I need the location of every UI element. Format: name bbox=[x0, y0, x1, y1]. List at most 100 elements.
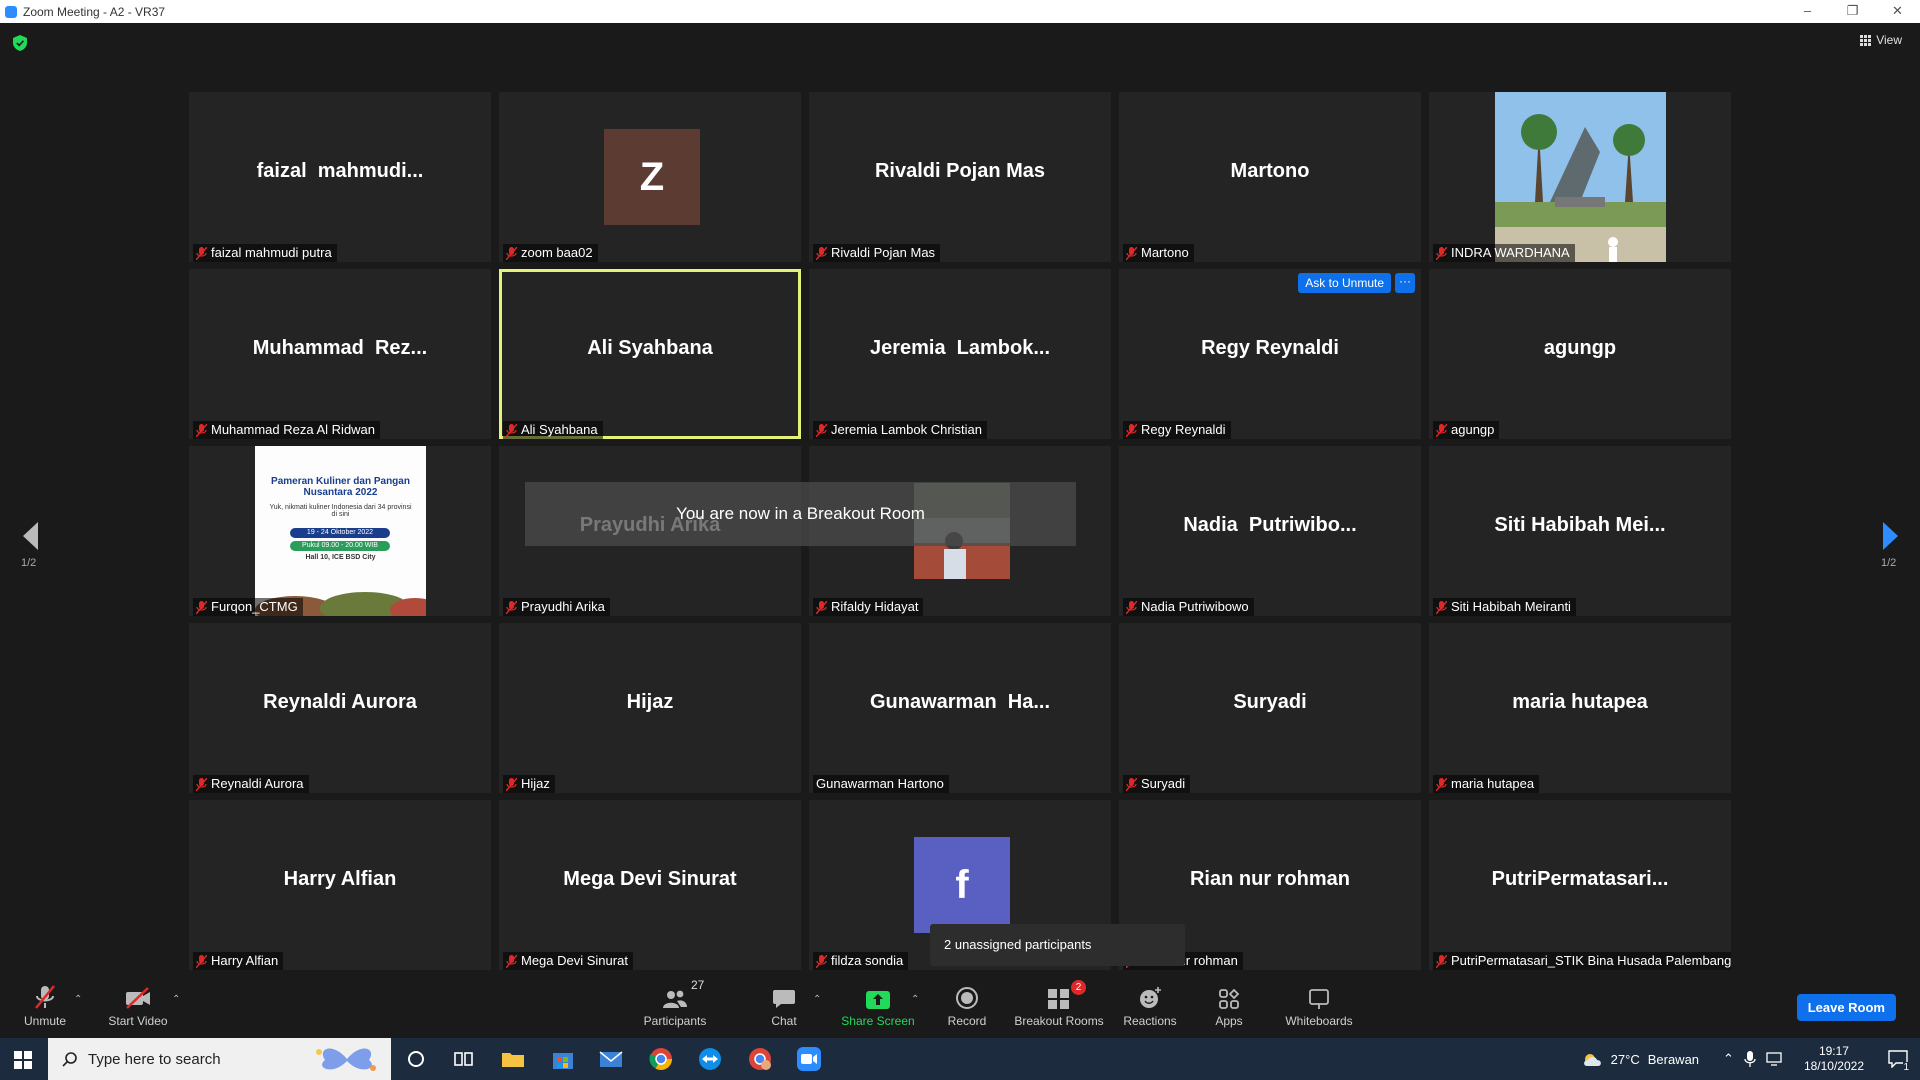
cortana-icon[interactable] bbox=[403, 1046, 429, 1072]
share-screen-icon bbox=[866, 991, 890, 1009]
breakout-rooms-icon bbox=[1048, 989, 1069, 1009]
chat-button[interactable]: Chat bbox=[764, 978, 804, 1038]
participant-tile[interactable]: Reynaldi Aurora Reynaldi Aurora bbox=[189, 623, 491, 793]
leave-room-button[interactable]: Leave Room bbox=[1796, 994, 1896, 1021]
tray-microphone-icon[interactable] bbox=[1744, 1051, 1756, 1067]
participant-name-label: Gunawarman Hartono bbox=[813, 775, 949, 793]
participant-tile[interactable]: Suryadi Suryadi bbox=[1119, 623, 1421, 793]
participant-avatar: f bbox=[914, 837, 1010, 933]
muted-mic-icon bbox=[1126, 777, 1137, 791]
participant-display-name: faizal mahmudi... bbox=[256, 160, 424, 182]
apps-label: Apps bbox=[1215, 1014, 1243, 1028]
clock-time: 19:17 bbox=[1818, 1044, 1849, 1058]
taskbar-clock[interactable]: 19:17 18/10/2022 bbox=[1804, 1044, 1864, 1074]
view-button[interactable]: View bbox=[1860, 33, 1902, 47]
video-options-caret-icon[interactable]: ⌃ bbox=[172, 994, 180, 1005]
minimize-button[interactable]: – bbox=[1785, 0, 1830, 23]
windows-taskbar: Type here to search 27°C Berawan ⌃ 19:17… bbox=[0, 1038, 1920, 1080]
participant-name-label: Regy Reynaldi bbox=[1123, 421, 1231, 439]
notification-center-button[interactable]: 1 bbox=[1876, 1038, 1920, 1080]
unassigned-participants-tooltip[interactable]: 2 unassigned participants bbox=[930, 924, 1185, 966]
mail-icon[interactable] bbox=[598, 1046, 624, 1072]
window-title: Zoom Meeting - A2 - VR37 bbox=[23, 4, 166, 19]
participant-tile[interactable]: Zzoom baa02 bbox=[499, 92, 801, 262]
participant-name: Regy Reynaldi bbox=[1141, 422, 1226, 437]
participant-tile[interactable]: Muhammad Rez... Muhammad Reza Al Ridwan bbox=[189, 269, 491, 439]
weather-cloud-icon[interactable] bbox=[1581, 1050, 1605, 1068]
breakout-rooms-label: Breakout Rooms bbox=[1014, 1014, 1104, 1028]
share-screen-button[interactable]: Share Screen bbox=[838, 978, 918, 1038]
participant-tile[interactable]: Mega Devi Sinurat Mega Devi Sinurat bbox=[499, 800, 801, 970]
teamviewer-icon[interactable] bbox=[697, 1046, 723, 1072]
participant-display-name: Harry Alfian bbox=[283, 868, 397, 890]
zoom-taskbar-icon[interactable] bbox=[796, 1046, 822, 1072]
participant-display-name: maria hutapea bbox=[1512, 691, 1648, 713]
participants-button[interactable]: 27 Participants bbox=[640, 978, 710, 1038]
muted-mic-icon bbox=[1126, 600, 1137, 614]
participant-tile[interactable]: Jeremia Lambok... Jeremia Lambok Christia… bbox=[809, 269, 1111, 439]
security-shield-icon[interactable] bbox=[13, 35, 27, 51]
participant-name: Harry Alfian bbox=[211, 953, 279, 968]
participant-display-name: Hijaz bbox=[626, 691, 674, 713]
close-button[interactable]: ✕ bbox=[1875, 0, 1920, 23]
participant-tile[interactable]: Martono Martono bbox=[1119, 92, 1421, 262]
participant-tile[interactable]: Ali Syahbana Ali Syahbana bbox=[499, 269, 801, 439]
participant-tile[interactable]: Hijaz Hijaz bbox=[499, 623, 801, 793]
search-highlight-butterfly-icon bbox=[316, 1048, 376, 1071]
participant-tile[interactable]: Regy Reynaldi Ask to Unmute ··· Regy Reynal… bbox=[1119, 269, 1421, 439]
unmute-button[interactable]: Unmute bbox=[20, 978, 70, 1038]
participant-tile[interactable]: Harry Alfian Harry Alfian bbox=[189, 800, 491, 970]
reactions-button[interactable]: Reactions bbox=[1122, 978, 1178, 1038]
record-button[interactable]: Record bbox=[945, 978, 989, 1038]
participant-name: Gunawarman Hartono bbox=[816, 776, 944, 791]
participant-tile[interactable]: faizal mahmudi... faizal mahmudi putra bbox=[189, 92, 491, 262]
windows-start-icon[interactable] bbox=[14, 1051, 32, 1069]
whiteboard-icon bbox=[1309, 989, 1329, 1009]
chat-icon bbox=[773, 990, 795, 1008]
chat-options-caret-icon[interactable]: ⌃ bbox=[813, 994, 821, 1005]
participant-tile[interactable]: Siti Habibah Mei... Siti Habibah Meiranti bbox=[1429, 446, 1731, 616]
participant-name: Mega Devi Sinurat bbox=[521, 953, 628, 968]
tray-overflow-chevron-icon[interactable]: ⌃ bbox=[1723, 1051, 1734, 1067]
more-options-button[interactable]: ··· bbox=[1395, 273, 1415, 293]
whiteboards-button[interactable]: Whiteboards bbox=[1283, 978, 1355, 1038]
participant-tile[interactable]: Gunawarman Ha... Gunawarman Hartono bbox=[809, 623, 1111, 793]
muted-mic-icon bbox=[506, 954, 517, 968]
file-explorer-icon[interactable] bbox=[500, 1046, 526, 1072]
participant-name: Muhammad Reza Al Ridwan bbox=[211, 422, 376, 437]
audio-options-caret-icon[interactable]: ⌃ bbox=[74, 994, 82, 1005]
reactions-icon bbox=[1140, 987, 1161, 1008]
chrome-icon[interactable] bbox=[648, 1046, 674, 1072]
maximize-button[interactable]: ❐ bbox=[1830, 0, 1875, 23]
participant-tile[interactable]: Rivaldi Pojan Mas Rivaldi Pojan Mas bbox=[809, 92, 1111, 262]
system-tray: 27°C Berawan ⌃ 19:17 18/10/2022 1 bbox=[1581, 1038, 1920, 1080]
muted-mic-icon bbox=[1436, 954, 1447, 968]
breakout-rooms-button[interactable]: 2 Breakout Rooms bbox=[1012, 978, 1106, 1038]
participant-tile[interactable]: maria hutapea maria hutapea bbox=[1429, 623, 1731, 793]
participant-tile[interactable]: Nadia Putriwibo... Nadia Putriwibowo bbox=[1119, 446, 1421, 616]
share-screen-label: Share Screen bbox=[841, 1014, 915, 1028]
participant-name-label: maria hutapea bbox=[1433, 775, 1540, 793]
share-options-caret-icon[interactable]: ⌃ bbox=[911, 994, 919, 1005]
participant-tile[interactable]: INDRA WARDHANA bbox=[1429, 92, 1731, 262]
muted-mic-icon bbox=[1436, 246, 1447, 260]
taskbar-search-box[interactable]: Type here to search bbox=[48, 1038, 391, 1080]
start-video-button[interactable]: Start Video bbox=[105, 978, 171, 1038]
participant-tile[interactable]: Pameran Kuliner dan Pangan Nusantara 202… bbox=[189, 446, 491, 616]
search-placeholder: Type here to search bbox=[88, 1050, 221, 1068]
participant-avatar: Z bbox=[604, 129, 700, 225]
participant-name: PutriPermatasari_STIK Bina Husada Palemb… bbox=[1451, 953, 1731, 968]
participant-tile[interactable]: PutriPermatasari... PutriPermatasari_STIK… bbox=[1429, 800, 1731, 970]
network-icon[interactable] bbox=[1766, 1052, 1784, 1066]
view-label: View bbox=[1876, 33, 1902, 47]
apps-button[interactable]: Apps bbox=[1213, 978, 1245, 1038]
chrome-profile-icon[interactable] bbox=[747, 1046, 773, 1072]
participant-name: Reynaldi Aurora bbox=[211, 776, 304, 791]
previous-page-icon[interactable] bbox=[20, 518, 40, 554]
participant-tile[interactable]: agungp agungp bbox=[1429, 269, 1731, 439]
ask-to-unmute-button[interactable]: Ask to Unmute bbox=[1298, 273, 1391, 293]
task-view-icon[interactable] bbox=[450, 1046, 476, 1072]
next-page-icon[interactable] bbox=[1881, 518, 1901, 554]
participant-display-name: Muhammad Rez... bbox=[252, 337, 428, 359]
microsoft-store-icon[interactable] bbox=[550, 1046, 576, 1072]
